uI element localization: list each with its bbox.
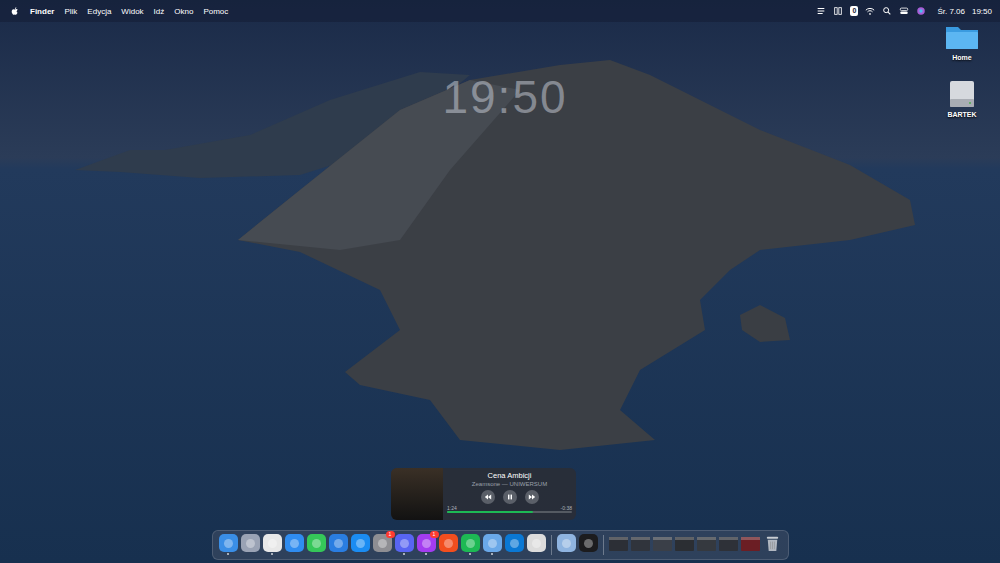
dock-app[interactable] xyxy=(307,534,326,555)
now-playing-widget: Cena Ambicji Zeamsone — UNIWERSUM 1:24 -… xyxy=(391,468,576,520)
dock-app[interactable] xyxy=(579,534,598,555)
pause-icon xyxy=(506,493,514,501)
trash-icon xyxy=(763,534,782,553)
running-indicator xyxy=(315,553,317,555)
app-icon xyxy=(461,534,480,552)
dock-window[interactable] xyxy=(719,534,738,555)
rewind-icon xyxy=(484,493,492,501)
app-menu[interactable]: Finder xyxy=(30,7,54,16)
clock-widget: 19:50 xyxy=(0,70,1000,124)
notification-badge: 1 xyxy=(386,531,395,538)
menu-item[interactable]: Pomoc xyxy=(203,7,228,16)
app-icon xyxy=(241,534,260,552)
apple-icon[interactable] xyxy=(10,6,20,16)
search-icon[interactable] xyxy=(882,6,892,16)
play-pause-button[interactable] xyxy=(503,490,517,504)
running-indicator xyxy=(565,553,567,555)
running-indicator xyxy=(271,553,273,555)
dock-app[interactable] xyxy=(219,534,238,555)
running-indicator xyxy=(425,553,427,555)
running-indicator xyxy=(293,553,295,555)
app-icon xyxy=(329,534,348,552)
list-icon[interactable] xyxy=(816,6,826,16)
progress-bar[interactable] xyxy=(447,511,572,513)
app-icon xyxy=(527,534,546,552)
dock-app[interactable] xyxy=(241,534,260,555)
album-art xyxy=(391,468,443,520)
app-icon xyxy=(395,534,414,552)
menu-item[interactable]: Plik xyxy=(64,7,77,16)
running-indicator xyxy=(513,553,515,555)
track-artist: Zeamsone — UNIWERSUM xyxy=(472,480,547,488)
app-icon xyxy=(439,534,458,552)
running-indicator xyxy=(337,553,339,555)
app-icon xyxy=(285,534,304,552)
app-icon xyxy=(505,534,524,552)
dock: 1 1 xyxy=(212,530,789,560)
forward-button[interactable] xyxy=(525,490,539,504)
running-indicator xyxy=(381,553,383,555)
running-indicator xyxy=(447,553,449,555)
dock-separator xyxy=(603,535,604,555)
battery-icon[interactable] xyxy=(833,6,843,16)
notification-badge: 1 xyxy=(430,531,439,538)
dock-app[interactable] xyxy=(483,534,502,555)
dock-app[interactable] xyxy=(285,534,304,555)
app-icon xyxy=(579,534,598,552)
app-icon xyxy=(557,534,576,552)
running-indicator xyxy=(469,553,471,555)
dock-app[interactable]: 1 xyxy=(417,534,436,555)
control-center-icon[interactable] xyxy=(899,6,909,16)
menu-time[interactable]: 19:50 xyxy=(972,7,992,16)
app-icon xyxy=(219,534,238,552)
running-indicator xyxy=(227,553,229,555)
dock-window[interactable] xyxy=(741,534,760,555)
dock-app[interactable] xyxy=(527,534,546,555)
dock-app[interactable] xyxy=(461,534,480,555)
folder-icon xyxy=(944,22,980,52)
running-indicator xyxy=(403,553,405,555)
app-icon xyxy=(307,534,326,552)
running-indicator xyxy=(249,553,251,555)
menu-item[interactable]: Widok xyxy=(121,7,143,16)
menu-bar: Finder Plik Edycja Widok Idź Okno Pomoc 0 Śr.… xyxy=(0,0,1000,22)
running-indicator xyxy=(587,553,589,555)
desktop-icon[interactable]: BARTEK xyxy=(936,79,988,118)
app-icon xyxy=(263,534,282,552)
track-title: Cena Ambicji xyxy=(488,471,532,480)
desktop-icon[interactable]: Home xyxy=(936,22,988,61)
dock-app[interactable] xyxy=(395,534,414,555)
dock-window[interactable] xyxy=(675,534,694,555)
rewind-button[interactable] xyxy=(481,490,495,504)
running-indicator xyxy=(359,553,361,555)
dock-window[interactable] xyxy=(609,534,628,555)
app-icon xyxy=(483,534,502,552)
dock-window[interactable] xyxy=(631,534,650,555)
dock-app[interactable] xyxy=(439,534,458,555)
forward-icon xyxy=(528,493,536,501)
dock-app[interactable] xyxy=(557,534,576,555)
menu-item[interactable]: Idź xyxy=(154,7,165,16)
dock-app[interactable] xyxy=(329,534,348,555)
dock-app[interactable] xyxy=(505,534,524,555)
siri-icon[interactable] xyxy=(916,6,926,16)
dock-window[interactable] xyxy=(653,534,672,555)
dock-app[interactable] xyxy=(351,534,370,555)
desktop: Finder Plik Edycja Widok Idź Okno Pomoc 0 Śr.… xyxy=(0,0,1000,563)
disk-icon xyxy=(944,79,980,109)
dock-app[interactable] xyxy=(263,534,282,555)
running-indicator xyxy=(491,553,493,555)
dock-app[interactable]: 1 xyxy=(373,534,392,555)
menu-item[interactable]: Edycja xyxy=(87,7,111,16)
dock-trash[interactable] xyxy=(763,534,782,555)
menu-item[interactable]: Okno xyxy=(174,7,193,16)
menu-date[interactable]: Śr. 7.06 xyxy=(937,7,965,16)
dock-window[interactable] xyxy=(697,534,716,555)
wifi-icon[interactable] xyxy=(865,6,875,16)
dock-separator xyxy=(551,535,552,555)
app-icon xyxy=(351,534,370,552)
status-badge[interactable]: 0 xyxy=(850,6,858,16)
running-indicator xyxy=(535,553,537,555)
